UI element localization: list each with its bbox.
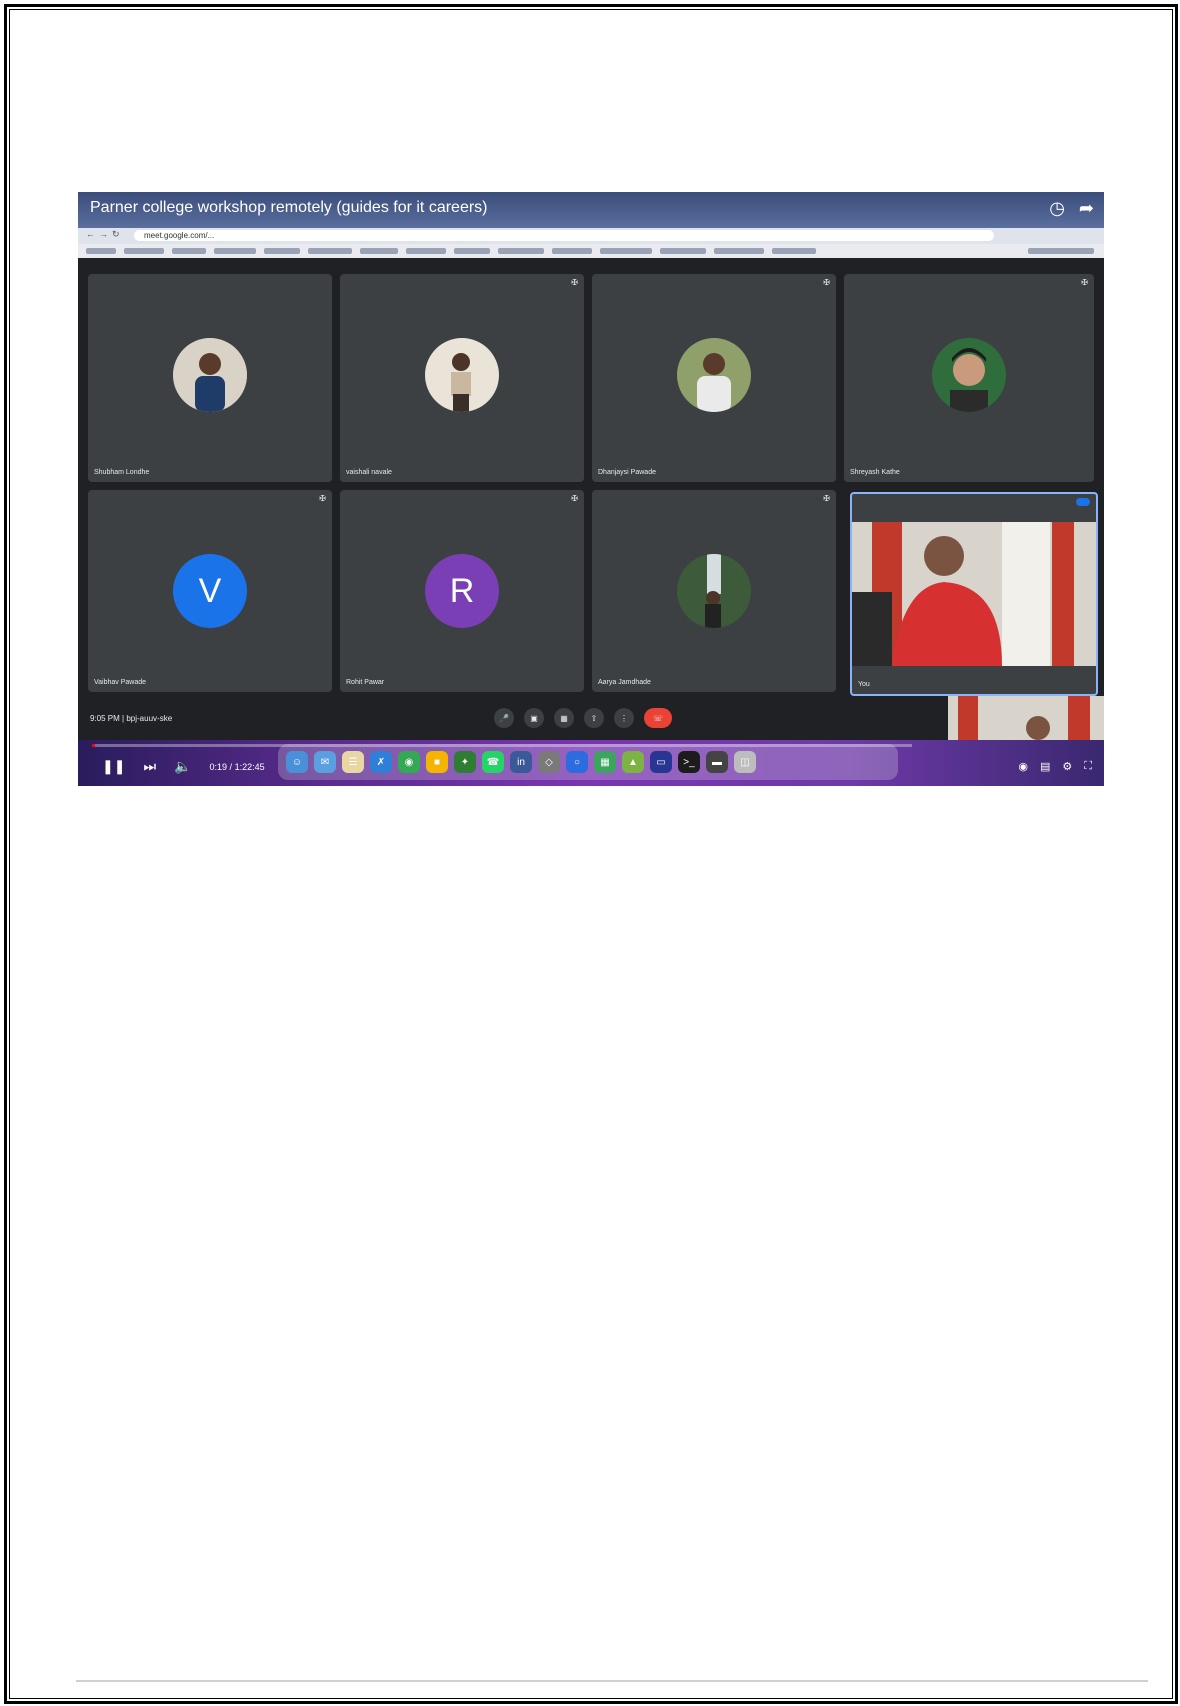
- participant-tile[interactable]: Shubham Londhe: [88, 274, 332, 482]
- vscode-icon[interactable]: ✗: [370, 751, 392, 773]
- duration: 1:22:45: [234, 761, 265, 772]
- terminal-icon[interactable]: >_: [678, 751, 700, 773]
- mic-off-icon: ✠: [571, 278, 578, 287]
- self-video: [852, 522, 1096, 666]
- mic-off-icon: ✠: [823, 278, 830, 287]
- bookmark-item[interactable]: [498, 248, 544, 254]
- meeting-info: 9:05 PM | bpj-auuv-ske: [90, 714, 172, 723]
- participant-avatar: [677, 554, 751, 628]
- address-bar[interactable]: meet.google.com/...: [134, 230, 994, 241]
- share-icon[interactable]: ➦: [1079, 198, 1094, 219]
- participant-avatar: [932, 338, 1006, 412]
- participant-tile[interactable]: ✠ vaishali navale: [340, 274, 584, 482]
- autoplay-toggle-icon[interactable]: ◉: [1018, 760, 1028, 773]
- watch-later-icon[interactable]: ◷: [1049, 198, 1065, 219]
- notes-icon[interactable]: ☰: [342, 751, 364, 773]
- more-options-icon[interactable]: [1076, 498, 1090, 506]
- finder-icon[interactable]: ☺: [286, 751, 308, 773]
- meeting-code: bpj-auuv-ske: [126, 714, 173, 723]
- pause-icon[interactable]: ❚❚: [102, 758, 125, 775]
- bookmark-item[interactable]: [772, 248, 816, 254]
- player-right-controls: ◉ ▤ ⚙ ⛶: [1018, 760, 1092, 773]
- mic-off-icon: ✠: [1081, 278, 1088, 287]
- bookmark-item[interactable]: [454, 248, 490, 254]
- participant-avatar: R: [425, 554, 499, 628]
- participant-avatar: [425, 338, 499, 412]
- browser-toolbar: ←→↻ meet.google.com/...: [78, 228, 1104, 244]
- bookmark-item[interactable]: [406, 248, 446, 254]
- current-time: 0:19: [209, 761, 228, 772]
- participant-tile[interactable]: ✠ Dhanjaysi Pawade: [592, 274, 836, 482]
- self-view-tile[interactable]: You: [850, 492, 1098, 696]
- self-name: You: [858, 681, 870, 688]
- participant-name: Shubham Londhe: [94, 469, 150, 476]
- more-button[interactable]: ⋮: [614, 708, 634, 728]
- participant-tile[interactable]: ✠ R Rohit Pawar: [340, 490, 584, 692]
- camera-button[interactable]: ▣: [524, 708, 544, 728]
- linkedin-icon[interactable]: in: [510, 751, 532, 773]
- mail-icon[interactable]: ✉: [314, 751, 336, 773]
- present-button[interactable]: ⇧: [584, 708, 604, 728]
- bookmark-item[interactable]: [660, 248, 706, 254]
- participant-tile[interactable]: ✠ Aarya Jamdhade: [592, 490, 836, 692]
- bookmark-item[interactable]: [600, 248, 652, 254]
- mic-button[interactable]: 🎤: [494, 708, 514, 728]
- meeting-time: 9:05 PM: [90, 714, 120, 723]
- bookmarks-bar: [78, 244, 1104, 258]
- video-screenshot: Parner college workshop remotely (guides…: [78, 192, 1104, 786]
- mongodb-icon[interactable]: ✦: [454, 751, 476, 773]
- hang-up-button[interactable]: ☏: [644, 708, 672, 728]
- participant-name: Aarya Jamdhade: [598, 679, 651, 686]
- mic-off-icon: ✠: [823, 494, 830, 503]
- screen-icon[interactable]: ▭: [650, 751, 672, 773]
- player-controls: ❚❚ ⏭ 🔈 0:19 / 1:22:45: [102, 758, 265, 775]
- participant-name: Vaibhav Pawade: [94, 679, 147, 686]
- video-title-bar: Parner college workshop remotely (guides…: [78, 192, 1104, 228]
- participant-avatar: [677, 338, 751, 412]
- bookmark-item[interactable]: [714, 248, 764, 254]
- fullscreen-icon[interactable]: ⛶: [1084, 760, 1092, 773]
- bookmark-item[interactable]: [360, 248, 398, 254]
- participant-avatar: [173, 338, 247, 412]
- next-icon[interactable]: ⏭: [143, 758, 156, 775]
- time-separator: /: [227, 761, 235, 772]
- bookmark-item[interactable]: [214, 248, 256, 254]
- bookmark-item[interactable]: [308, 248, 352, 254]
- participant-name: vaishali navale: [346, 469, 392, 476]
- participant-name: Shreyash Kathe: [850, 469, 900, 476]
- mic-off-icon: ✠: [571, 494, 578, 503]
- browser-nav-icons[interactable]: ←→↻: [86, 229, 124, 240]
- video-title[interactable]: Parner college workshop remotely (guides…: [90, 199, 488, 217]
- app-icon[interactable]: ▦: [594, 751, 616, 773]
- app-icon[interactable]: ▬: [706, 751, 728, 773]
- participant-avatar: V: [173, 554, 247, 628]
- participant-tile[interactable]: ✠ V Vaibhav Pawade: [88, 490, 332, 692]
- bookmark-item[interactable]: [172, 248, 206, 254]
- stickies-icon[interactable]: ■: [426, 751, 448, 773]
- app-icon[interactable]: ○: [566, 751, 588, 773]
- settings-icon[interactable]: ⚙: [1062, 760, 1072, 773]
- mac-dock: ☺ ✉ ☰ ✗ ◉ ■ ✦ ☎ in ◇ ○ ▦ ▲ ▭ >_ ▬ ◫: [278, 744, 898, 780]
- bookmark-item[interactable]: [264, 248, 300, 254]
- participant-name: Rohit Pawar: [346, 679, 385, 686]
- bookmark-item[interactable]: [124, 248, 164, 254]
- app-icon[interactable]: ◇: [538, 751, 560, 773]
- bookmark-item[interactable]: [86, 248, 116, 254]
- progress-fill: [92, 744, 96, 747]
- whatsapp-icon[interactable]: ☎: [482, 751, 504, 773]
- footer-rule: [76, 1680, 1148, 1682]
- time-display: 0:19 / 1:22:45: [210, 762, 265, 772]
- mic-off-icon: ✠: [319, 494, 326, 503]
- participant-name: Dhanjaysi Pawade: [598, 469, 656, 476]
- app-icon[interactable]: ▲: [622, 751, 644, 773]
- captions-button[interactable]: ▦: [554, 708, 574, 728]
- bookmark-item[interactable]: [552, 248, 592, 254]
- bookmark-item[interactable]: [1028, 248, 1094, 254]
- participant-tile[interactable]: ✠ Shreyash Kathe: [844, 274, 1094, 482]
- chrome-icon[interactable]: ◉: [398, 751, 420, 773]
- volume-icon[interactable]: 🔈: [174, 758, 191, 775]
- captions-icon[interactable]: ▤: [1040, 760, 1050, 773]
- trash-icon[interactable]: ◫: [734, 751, 756, 773]
